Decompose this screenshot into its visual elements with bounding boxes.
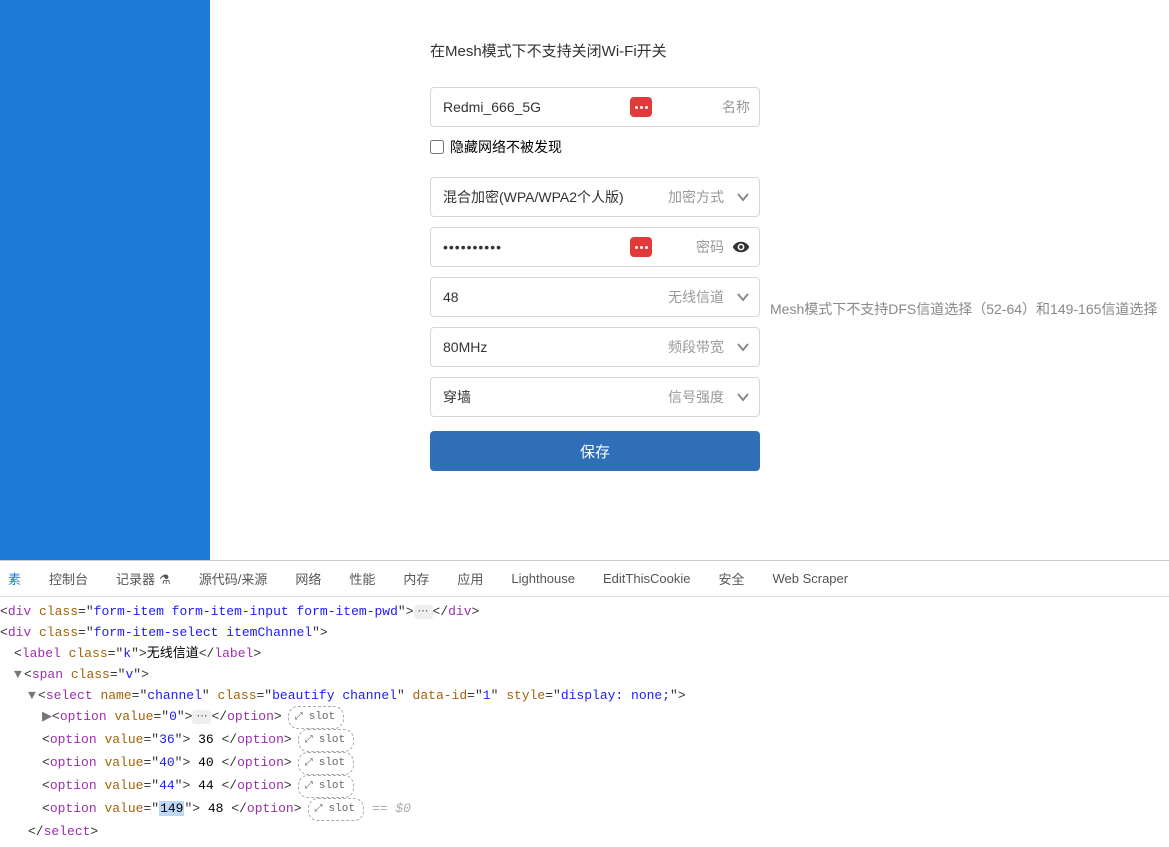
wifi-name-input[interactable] [430,87,760,127]
devtools-tab[interactable]: EditThisCookie [601,571,692,586]
sidebar [0,0,210,560]
devtools-elements-panel[interactable]: <div class="form-item form-item-input fo… [0,597,1169,842]
saved-badge-icon [630,97,652,117]
bandwidth-value: 80MHz [430,327,760,367]
encryption-value: 混合加密(WPA/WPA2个人版) [430,177,760,217]
channel-value: 48 [430,277,760,317]
signal-row[interactable]: 穿墙 信号强度 [430,377,760,417]
password-row: 密码 [430,227,760,267]
channel-row[interactable]: 48 无线信道 [430,277,760,317]
devtools-tab[interactable]: 源代码/来源 [197,569,270,588]
devtools-tab[interactable]: 记录器⚗ [114,569,173,588]
bandwidth-row[interactable]: 80MHz 频段带宽 [430,327,760,367]
channel-side-note: Mesh模式下不支持DFS信道选择（52-64）和149-165信道选择 [770,299,1157,319]
main-content: 在Mesh模式下不支持关闭Wi-Fi开关 名称 隐藏网络不被发现 混合加密(WP… [210,0,1169,560]
wifi-name-row: 名称 [430,87,760,127]
devtools-tabs: 素 控制台 记录器⚗ 源代码/来源 网络 性能 内存 应用 Lighthouse EditThis… [0,561,1169,597]
devtools-tab[interactable]: 应用 [455,569,485,588]
save-button[interactable]: 保存 [430,431,760,471]
password-badge-icon [630,237,652,257]
signal-value: 穿墙 [430,377,760,417]
devtools-tab[interactable]: 内存 [401,569,431,588]
hide-network-label: 隐藏网络不被发现 [450,137,562,157]
encryption-row[interactable]: 混合加密(WPA/WPA2个人版) 加密方式 [430,177,760,217]
devtools-tab[interactable]: 控制台 [47,569,90,588]
devtools-tab[interactable]: 素 [6,569,23,588]
eye-icon[interactable] [732,238,750,256]
mesh-notice: 在Mesh模式下不支持关闭Wi-Fi开关 [430,40,1169,61]
password-input[interactable] [430,227,760,267]
devtools-tab[interactable]: Web Scraper [770,571,850,586]
devtools-panel: 素 控制台 记录器⚗ 源代码/来源 网络 性能 内存 应用 Lighthouse EditThis… [0,560,1169,823]
hide-network-checkbox[interactable] [430,140,444,154]
devtools-tab[interactable]: 性能 [347,569,377,588]
devtools-tab[interactable]: 网络 [293,569,323,588]
hide-network-row: 隐藏网络不被发现 [430,137,760,157]
devtools-tab[interactable]: Lighthouse [509,571,577,586]
devtools-tab[interactable]: 安全 [716,569,746,588]
